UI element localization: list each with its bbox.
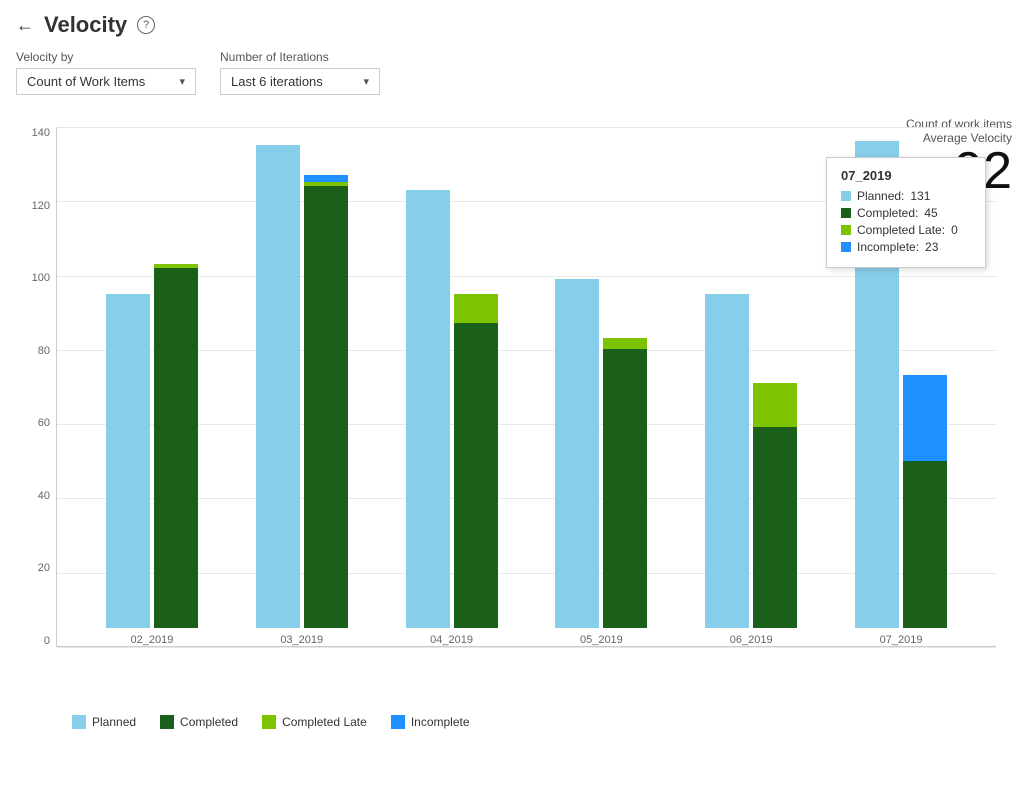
completed-late-dot — [841, 225, 851, 235]
x-axis-label: 05_2019 — [580, 634, 623, 646]
completed-dot — [841, 208, 851, 218]
x-axis-label: 07_2019 — [880, 634, 923, 646]
help-icon[interactable]: ? — [137, 16, 155, 34]
chevron-down-icon-2: ▾ — [363, 75, 369, 88]
completed-late-bar — [454, 294, 498, 324]
iterations-dropdown[interactable]: Last 6 iterations ▾ — [220, 68, 380, 95]
iterations-value: Last 6 iterations — [231, 74, 323, 89]
velocity-by-label: Velocity by — [16, 50, 196, 64]
velocity-by-value: Count of Work Items — [27, 74, 145, 89]
tooltip-title: 07_2019 — [841, 168, 971, 183]
completed-late-bar — [753, 383, 797, 428]
tooltip-completed-label: Completed: — [857, 206, 918, 220]
completed-bar — [304, 186, 348, 628]
legend-item: Planned — [72, 715, 136, 729]
legend-item: Incomplete — [391, 715, 470, 729]
completed-stack-bar[interactable] — [903, 375, 947, 628]
completed-bar — [753, 427, 797, 628]
chart-area: Count of work items Average Velocity 92 … — [0, 107, 1036, 787]
bar-group: 02_2019 — [106, 264, 198, 646]
legend-item: Completed Late — [262, 715, 367, 729]
x-axis-label: 06_2019 — [730, 634, 773, 646]
incomplete-dot — [841, 242, 851, 252]
velocity-by-dropdown[interactable]: Count of Work Items ▾ — [16, 68, 196, 95]
y-axis-label: 80 — [16, 345, 56, 357]
y-axis: 0 20 40 60 80 100 120 140 — [16, 127, 56, 647]
tooltip-completed-late-label: Completed Late: — [857, 223, 945, 237]
y-axis-label: 20 — [16, 562, 56, 574]
completed-stack-bar[interactable] — [304, 175, 348, 628]
completed-late-bar — [603, 338, 647, 349]
tooltip-incomplete-value: 23 — [925, 240, 938, 254]
completed-bar — [903, 461, 947, 628]
plot-area: 07_2019 Planned: 131 Completed: 45 Compl… — [56, 127, 996, 647]
legend: Planned Completed Completed Late Incomplete — [16, 707, 1020, 737]
completed-bar — [603, 349, 647, 628]
completed-stack-bar[interactable] — [753, 383, 797, 628]
filters-bar: Velocity by Count of Work Items ▾ Number… — [0, 46, 1036, 107]
planned-bar[interactable] — [406, 190, 450, 628]
y-axis-label: 120 — [16, 200, 56, 212]
completed-bar — [454, 323, 498, 628]
completed-stack-bar[interactable] — [154, 264, 198, 628]
bar-group: 03_2019 — [256, 145, 348, 646]
tooltip-planned-row: Planned: 131 — [841, 189, 971, 203]
tooltip-completed-late-row: Completed Late: 0 — [841, 223, 971, 237]
tooltip-completed-value: 45 — [924, 206, 937, 220]
x-axis-label: 02_2019 — [130, 634, 173, 646]
legend-label: Incomplete — [411, 715, 470, 729]
legend-label: Completed — [180, 715, 238, 729]
completed-stack-bar[interactable] — [603, 338, 647, 628]
iterations-label: Number of Iterations — [220, 50, 380, 64]
incomplete-bar — [304, 175, 348, 182]
velocity-by-filter: Velocity by Count of Work Items ▾ — [16, 50, 196, 95]
x-axis-label: 03_2019 — [280, 634, 323, 646]
tooltip: 07_2019 Planned: 131 Completed: 45 Compl… — [826, 157, 986, 268]
planned-bar[interactable] — [256, 145, 300, 628]
planned-dot — [841, 191, 851, 201]
chart-container: 0 20 40 60 80 100 120 140 07_2019 Planned: 131 … — [16, 127, 996, 707]
page-header: ← Velocity ? — [0, 0, 1036, 46]
y-axis-label: 60 — [16, 417, 56, 429]
legend-color-dot — [262, 715, 276, 729]
tooltip-completed-row: Completed: 45 — [841, 206, 971, 220]
back-button[interactable]: ← — [16, 15, 34, 36]
tooltip-planned-label: Planned: — [857, 189, 904, 203]
grid-line — [57, 647, 996, 648]
y-axis-label: 40 — [16, 490, 56, 502]
bar-group: 06_2019 — [705, 294, 797, 646]
iterations-filter: Number of Iterations Last 6 iterations ▾ — [220, 50, 380, 95]
y-axis-label: 140 — [16, 127, 56, 139]
chevron-down-icon: ▾ — [179, 75, 185, 88]
incomplete-bar — [903, 375, 947, 460]
page-title: Velocity — [44, 12, 127, 38]
legend-color-dot — [72, 715, 86, 729]
completed-stack-bar[interactable] — [454, 294, 498, 628]
tooltip-incomplete-row: Incomplete: 23 — [841, 240, 971, 254]
legend-color-dot — [160, 715, 174, 729]
planned-bar[interactable] — [555, 279, 599, 628]
x-axis-label: 04_2019 — [430, 634, 473, 646]
completed-bar — [154, 268, 198, 628]
y-axis-label: 0 — [16, 635, 56, 647]
legend-label: Completed Late — [282, 715, 367, 729]
bar-group: 04_2019 — [406, 190, 498, 646]
tooltip-planned-value: 131 — [910, 189, 930, 203]
legend-label: Planned — [92, 715, 136, 729]
tooltip-completed-late-value: 0 — [951, 223, 958, 237]
planned-bar[interactable] — [106, 294, 150, 628]
legend-color-dot — [391, 715, 405, 729]
planned-bar[interactable] — [705, 294, 749, 628]
legend-item: Completed — [160, 715, 238, 729]
bar-group: 05_2019 — [555, 279, 647, 646]
tooltip-incomplete-label: Incomplete: — [857, 240, 919, 254]
y-axis-label: 100 — [16, 272, 56, 284]
